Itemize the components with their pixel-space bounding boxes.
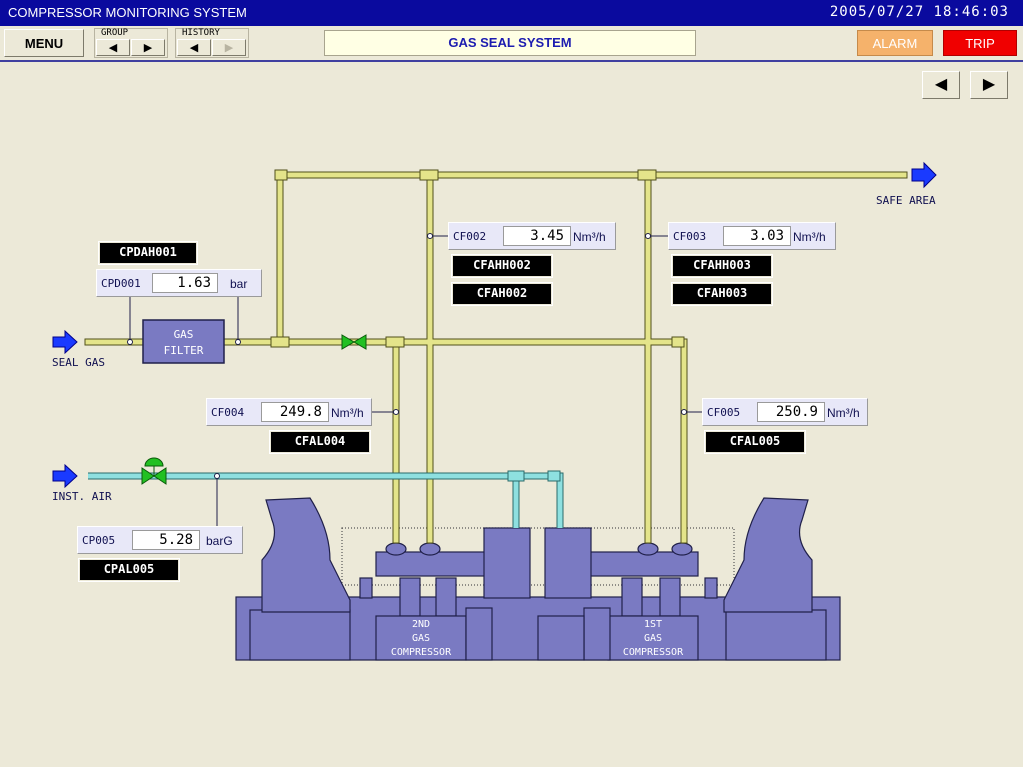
tag-label: CP005 xyxy=(82,534,116,547)
instrument-cf004[interactable]: CF004 249.8 Nm³/h xyxy=(206,398,372,426)
inst-air-arrow-icon xyxy=(52,463,78,489)
tag-label: CF003 xyxy=(673,230,707,243)
value-display: 249.8 xyxy=(261,402,329,422)
unit-label: Nm³/h xyxy=(827,406,860,420)
compressor-2nd-label-3: COMPRESSOR xyxy=(390,647,452,658)
alarm-cpdah001[interactable]: CPDAH001 xyxy=(98,241,198,265)
unit-label: Nm³/h xyxy=(331,406,364,420)
tag-label: CF002 xyxy=(453,230,487,243)
tag-label: CF004 xyxy=(211,406,245,419)
air-elbow-fitting xyxy=(547,470,561,482)
compressor-2nd-label-1: 2ND xyxy=(411,619,431,630)
seal-gas-valve-icon xyxy=(341,334,367,350)
alarm-cfal005[interactable]: CFAL005 xyxy=(704,430,806,454)
instrument-cpd001[interactable]: CPD001 1.63 bar xyxy=(96,269,262,297)
gas-filter-label-1: GAS xyxy=(173,328,194,341)
inst-air-label: INST. AIR xyxy=(52,490,112,503)
value-display: 1.63 xyxy=(152,273,218,293)
instrument-cp005[interactable]: CP005 5.28 barG xyxy=(77,526,243,554)
value-display: 250.9 xyxy=(757,402,825,422)
value-display: 3.45 xyxy=(503,226,571,246)
unit-label: barG xyxy=(206,534,233,548)
alarm-cfahh003[interactable]: CFAHH003 xyxy=(671,254,773,278)
value-display: 3.03 xyxy=(723,226,791,246)
tag-label: CPD001 xyxy=(101,277,141,290)
compressor-1st-label-1: 1ST xyxy=(643,619,663,630)
gas-filter-label-2: FILTER xyxy=(163,344,204,357)
compressor-1st-label-3: COMPRESSOR xyxy=(622,647,684,658)
safe-area-label: SAFE AREA xyxy=(876,194,936,207)
unit-label: Nm³/h xyxy=(573,230,606,244)
seal-gas-label: SEAL GAS xyxy=(52,356,105,369)
alarm-cfal004[interactable]: CFAL004 xyxy=(269,430,371,454)
unit-label: Nm³/h xyxy=(793,230,826,244)
unit-label: bar xyxy=(230,277,248,291)
air-tee-fitting xyxy=(507,470,525,482)
alarm-cfahh002[interactable]: CFAHH002 xyxy=(451,254,553,278)
seal-gas-arrow-icon xyxy=(52,329,78,355)
compressor-casing xyxy=(235,497,841,661)
instrument-cf002[interactable]: CF002 3.45 Nm³/h xyxy=(448,222,616,250)
inst-air-piping xyxy=(88,472,564,528)
instrument-cf005[interactable]: CF005 250.9 Nm³/h xyxy=(702,398,868,426)
compressor-1st-label-2: GAS xyxy=(643,633,663,644)
alarm-cpal005[interactable]: CPAL005 xyxy=(78,558,180,582)
safe-area-arrow-icon xyxy=(911,161,937,189)
instrument-cf003[interactable]: CF003 3.03 Nm³/h xyxy=(668,222,836,250)
value-display: 5.28 xyxy=(132,530,200,550)
inst-air-control-valve-icon xyxy=(141,457,167,485)
process-diagram xyxy=(52,161,937,661)
compressor-2nd-label-2: GAS xyxy=(411,633,431,644)
alarm-cfah002[interactable]: CFAH002 xyxy=(451,282,553,306)
tag-label: CF005 xyxy=(707,406,741,419)
alarm-cfah003[interactable]: CFAH003 xyxy=(671,282,773,306)
